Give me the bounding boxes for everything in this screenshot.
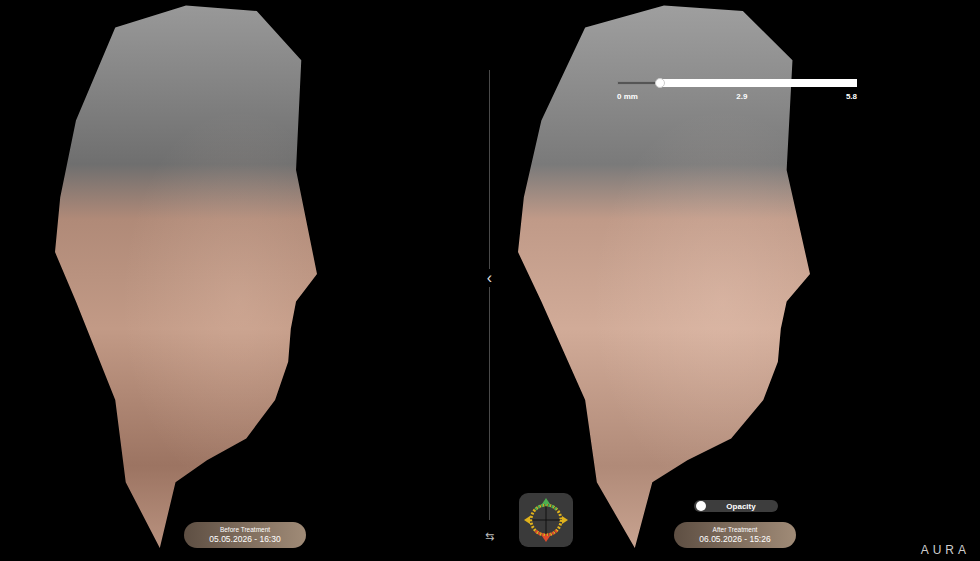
opacity-label: Opacity <box>706 502 776 511</box>
scan-date-label: After Treatment 06.05.2026 - 15:26 <box>674 522 796 548</box>
collapse-icon[interactable]: ‹ <box>483 269 496 287</box>
depth-scale[interactable]: 0 mm 2.9 5.8 <box>617 78 857 101</box>
orientation-icon <box>519 493 573 547</box>
scale-min: 0 mm <box>617 92 638 101</box>
swap-icon[interactable]: ⇆ <box>482 529 497 543</box>
depth-scale-track[interactable] <box>617 78 857 88</box>
orientation-compass[interactable] <box>519 493 573 547</box>
panel-divider[interactable] <box>489 70 490 520</box>
scan-title: After Treatment <box>713 526 758 533</box>
toggle-knob <box>696 501 706 511</box>
scan-timestamp: 05.05.2026 - 16:30 <box>209 534 280 544</box>
scan-date-label: Before Treatment 05.05.2026 - 16:30 <box>184 522 306 548</box>
scan-panel: Before Treatment 05.05.2026 - 16:30 <box>0 0 490 561</box>
opacity-toggle[interactable]: Opacity <box>694 500 778 512</box>
scan-timestamp: 06.05.2026 - 15:26 <box>699 534 770 544</box>
scan-title: Before Treatment <box>220 526 270 533</box>
face-scan-picture[interactable] <box>55 0 317 548</box>
comparison-viewer: Before Treatment 05.05.2026 - 16:30 Afte… <box>0 0 980 561</box>
scan-panel: After Treatment 06.05.2026 - 15:26 0 mm … <box>490 0 980 561</box>
aura-logo: AURA <box>921 543 970 557</box>
scale-max: 5.8 <box>846 92 857 101</box>
depth-scale-fill <box>662 79 857 87</box>
scale-mid: 2.9 <box>736 92 747 101</box>
